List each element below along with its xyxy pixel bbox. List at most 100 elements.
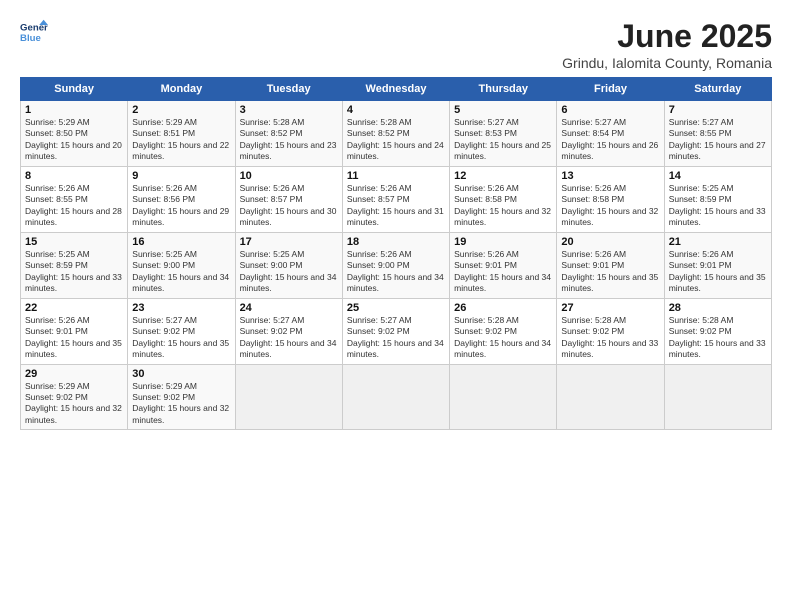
- day-detail: Sunrise: 5:25 AMSunset: 8:59 PMDaylight:…: [25, 249, 122, 293]
- day-number: 5: [454, 104, 552, 116]
- calendar-table: Sunday Monday Tuesday Wednesday Thursday…: [20, 77, 772, 430]
- day-detail: Sunrise: 5:26 AMSunset: 9:00 PMDaylight:…: [347, 249, 444, 293]
- day-detail: Sunrise: 5:27 AMSunset: 8:53 PMDaylight:…: [454, 117, 551, 161]
- week-row-4: 22Sunrise: 5:26 AMSunset: 9:01 PMDayligh…: [21, 298, 772, 364]
- day-cell: 1Sunrise: 5:29 AMSunset: 8:50 PMDaylight…: [21, 101, 128, 167]
- day-cell: 14Sunrise: 5:25 AMSunset: 8:59 PMDayligh…: [664, 166, 771, 232]
- day-detail: Sunrise: 5:26 AMSunset: 8:56 PMDaylight:…: [132, 183, 229, 227]
- logo-icon: General Blue: [20, 18, 48, 46]
- day-cell: 10Sunrise: 5:26 AMSunset: 8:57 PMDayligh…: [235, 166, 342, 232]
- day-number: 2: [132, 104, 230, 116]
- header-thursday: Thursday: [450, 78, 557, 101]
- day-detail: Sunrise: 5:26 AMSunset: 9:01 PMDaylight:…: [25, 315, 122, 359]
- day-number: 30: [132, 368, 230, 380]
- day-detail: Sunrise: 5:27 AMSunset: 8:54 PMDaylight:…: [561, 117, 658, 161]
- header-sunday: Sunday: [21, 78, 128, 101]
- day-cell: 8Sunrise: 5:26 AMSunset: 8:55 PMDaylight…: [21, 166, 128, 232]
- day-detail: Sunrise: 5:26 AMSunset: 9:01 PMDaylight:…: [454, 249, 551, 293]
- day-detail: Sunrise: 5:28 AMSunset: 9:02 PMDaylight:…: [454, 315, 551, 359]
- day-cell: 22Sunrise: 5:26 AMSunset: 9:01 PMDayligh…: [21, 298, 128, 364]
- day-detail: Sunrise: 5:28 AMSunset: 9:02 PMDaylight:…: [669, 315, 766, 359]
- day-cell: 12Sunrise: 5:26 AMSunset: 8:58 PMDayligh…: [450, 166, 557, 232]
- day-number: 22: [25, 302, 123, 314]
- day-cell: 15Sunrise: 5:25 AMSunset: 8:59 PMDayligh…: [21, 232, 128, 298]
- day-number: 15: [25, 236, 123, 248]
- day-detail: Sunrise: 5:28 AMSunset: 8:52 PMDaylight:…: [347, 117, 444, 161]
- day-cell: 30Sunrise: 5:29 AMSunset: 9:02 PMDayligh…: [128, 364, 235, 430]
- day-cell: 21Sunrise: 5:26 AMSunset: 9:01 PMDayligh…: [664, 232, 771, 298]
- day-cell: 20Sunrise: 5:26 AMSunset: 9:01 PMDayligh…: [557, 232, 664, 298]
- day-number: 21: [669, 236, 767, 248]
- day-detail: Sunrise: 5:26 AMSunset: 9:01 PMDaylight:…: [561, 249, 658, 293]
- day-number: 24: [240, 302, 338, 314]
- day-cell: 18Sunrise: 5:26 AMSunset: 9:00 PMDayligh…: [342, 232, 449, 298]
- day-cell: 13Sunrise: 5:26 AMSunset: 8:58 PMDayligh…: [557, 166, 664, 232]
- day-number: 27: [561, 302, 659, 314]
- day-number: 12: [454, 170, 552, 182]
- day-number: 4: [347, 104, 445, 116]
- day-number: 14: [669, 170, 767, 182]
- svg-text:Blue: Blue: [20, 33, 41, 44]
- day-detail: Sunrise: 5:25 AMSunset: 9:00 PMDaylight:…: [132, 249, 229, 293]
- day-detail: Sunrise: 5:26 AMSunset: 9:01 PMDaylight:…: [669, 249, 766, 293]
- day-cell: 25Sunrise: 5:27 AMSunset: 9:02 PMDayligh…: [342, 298, 449, 364]
- day-detail: Sunrise: 5:26 AMSunset: 8:57 PMDaylight:…: [240, 183, 337, 227]
- header-friday: Friday: [557, 78, 664, 101]
- day-detail: Sunrise: 5:27 AMSunset: 9:02 PMDaylight:…: [240, 315, 337, 359]
- day-cell: [450, 364, 557, 430]
- day-cell: 26Sunrise: 5:28 AMSunset: 9:02 PMDayligh…: [450, 298, 557, 364]
- day-cell: 2Sunrise: 5:29 AMSunset: 8:51 PMDaylight…: [128, 101, 235, 167]
- day-detail: Sunrise: 5:29 AMSunset: 9:02 PMDaylight:…: [132, 381, 229, 425]
- day-number: 3: [240, 104, 338, 116]
- day-detail: Sunrise: 5:26 AMSunset: 8:58 PMDaylight:…: [561, 183, 658, 227]
- day-number: 18: [347, 236, 445, 248]
- day-number: 13: [561, 170, 659, 182]
- day-cell: 7Sunrise: 5:27 AMSunset: 8:55 PMDaylight…: [664, 101, 771, 167]
- day-detail: Sunrise: 5:26 AMSunset: 8:55 PMDaylight:…: [25, 183, 122, 227]
- day-cell: 6Sunrise: 5:27 AMSunset: 8:54 PMDaylight…: [557, 101, 664, 167]
- day-number: 1: [25, 104, 123, 116]
- day-number: 9: [132, 170, 230, 182]
- week-row-2: 8Sunrise: 5:26 AMSunset: 8:55 PMDaylight…: [21, 166, 772, 232]
- day-cell: 27Sunrise: 5:28 AMSunset: 9:02 PMDayligh…: [557, 298, 664, 364]
- day-detail: Sunrise: 5:25 AMSunset: 8:59 PMDaylight:…: [669, 183, 766, 227]
- day-cell: 24Sunrise: 5:27 AMSunset: 9:02 PMDayligh…: [235, 298, 342, 364]
- day-detail: Sunrise: 5:29 AMSunset: 8:51 PMDaylight:…: [132, 117, 229, 161]
- day-detail: Sunrise: 5:25 AMSunset: 9:00 PMDaylight:…: [240, 249, 337, 293]
- day-number: 25: [347, 302, 445, 314]
- day-number: 29: [25, 368, 123, 380]
- week-row-3: 15Sunrise: 5:25 AMSunset: 8:59 PMDayligh…: [21, 232, 772, 298]
- day-cell: [664, 364, 771, 430]
- day-number: 7: [669, 104, 767, 116]
- day-cell: 11Sunrise: 5:26 AMSunset: 8:57 PMDayligh…: [342, 166, 449, 232]
- day-number: 28: [669, 302, 767, 314]
- day-cell: 29Sunrise: 5:29 AMSunset: 9:02 PMDayligh…: [21, 364, 128, 430]
- header-saturday: Saturday: [664, 78, 771, 101]
- week-row-1: 1Sunrise: 5:29 AMSunset: 8:50 PMDaylight…: [21, 101, 772, 167]
- day-detail: Sunrise: 5:29 AMSunset: 8:50 PMDaylight:…: [25, 117, 122, 161]
- main-title: June 2025: [562, 18, 772, 55]
- header: General Blue June 2025 Grindu, Ialomita …: [20, 18, 772, 71]
- week-row-5: 29 Sunrise: 5:29 AMSunset: 9:02 PMDayligh…: [21, 364, 772, 430]
- day-number: 23: [132, 302, 230, 314]
- day-number: 20: [561, 236, 659, 248]
- day-cell: 3Sunrise: 5:28 AMSunset: 8:52 PMDaylight…: [235, 101, 342, 167]
- day-cell: 9Sunrise: 5:26 AMSunset: 8:56 PMDaylight…: [128, 166, 235, 232]
- day-cell: [342, 364, 449, 430]
- header-wednesday: Wednesday: [342, 78, 449, 101]
- day-detail: Sunrise: 5:28 AMSunset: 9:02 PMDaylight:…: [561, 315, 658, 359]
- day-cell: [235, 364, 342, 430]
- day-cell: 23Sunrise: 5:27 AMSunset: 9:02 PMDayligh…: [128, 298, 235, 364]
- header-monday: Monday: [128, 78, 235, 101]
- subtitle: Grindu, Ialomita County, Romania: [562, 55, 772, 71]
- day-number: 6: [561, 104, 659, 116]
- day-cell: 16Sunrise: 5:25 AMSunset: 9:00 PMDayligh…: [128, 232, 235, 298]
- day-cell: 17Sunrise: 5:25 AMSunset: 9:00 PMDayligh…: [235, 232, 342, 298]
- day-number: 17: [240, 236, 338, 248]
- page: General Blue June 2025 Grindu, Ialomita …: [0, 0, 792, 612]
- day-cell: 28Sunrise: 5:28 AMSunset: 9:02 PMDayligh…: [664, 298, 771, 364]
- day-detail: Sunrise: 5:27 AMSunset: 8:55 PMDaylight:…: [669, 117, 766, 161]
- weekday-header-row: Sunday Monday Tuesday Wednesday Thursday…: [21, 78, 772, 101]
- day-detail: Sunrise: 5:27 AMSunset: 9:02 PMDaylight:…: [132, 315, 229, 359]
- day-number: 16: [132, 236, 230, 248]
